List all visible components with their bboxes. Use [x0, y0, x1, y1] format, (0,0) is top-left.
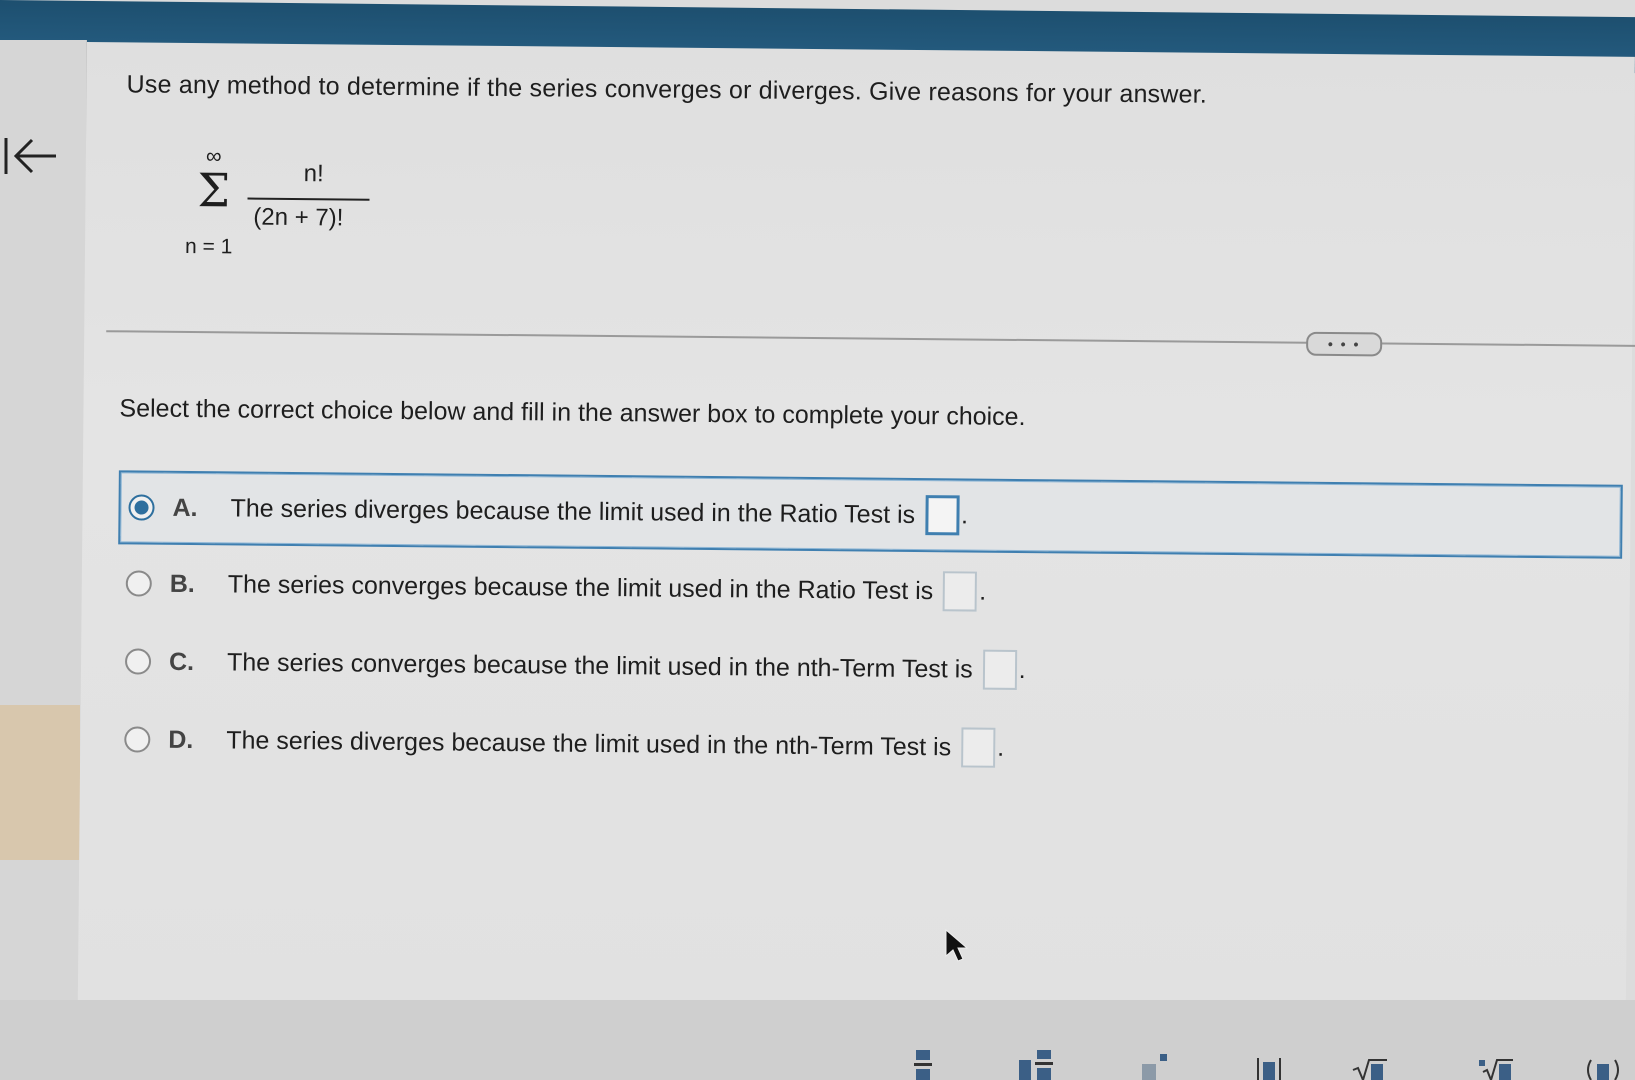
- first-page-arrow-icon: [4, 138, 56, 174]
- answer-box-d[interactable]: [960, 727, 996, 768]
- side-tab: [0, 705, 80, 860]
- choice-c[interactable]: C. The series converges because the limi…: [117, 626, 1618, 710]
- fraction-icon[interactable]: [908, 1046, 938, 1080]
- period: .: [1018, 655, 1026, 684]
- series-numerator: n!: [303, 160, 324, 188]
- back-to-start-button[interactable]: [2, 128, 62, 184]
- choice-letter: C.: [168, 647, 195, 676]
- instruction-text: Select the correct choice below and fill…: [119, 394, 1026, 432]
- parentheses-icon[interactable]: [1582, 1046, 1632, 1080]
- radio-selected-dot: [134, 500, 149, 515]
- period: .: [960, 500, 969, 529]
- choice-text: The series converges because the limit u…: [227, 569, 934, 605]
- choice-b[interactable]: B. The series converges because the limi…: [117, 548, 1618, 632]
- period: .: [997, 733, 1005, 762]
- cursor-arrow-icon: [945, 928, 969, 962]
- choice-letter: B.: [169, 569, 195, 598]
- fraction-bar: [247, 197, 370, 201]
- sigma-symbol: Σ: [197, 163, 231, 218]
- math-toolbar: [0, 1000, 1635, 1080]
- answer-box-a[interactable]: [924, 495, 960, 536]
- absolute-value-icon[interactable]: [1252, 1046, 1286, 1080]
- choice-letter: D.: [168, 725, 194, 754]
- radio-button-b[interactable]: [125, 570, 152, 597]
- choice-text: The series converges because the limit u…: [226, 647, 973, 684]
- answer-box-c[interactable]: [982, 649, 1017, 690]
- choice-letter: A.: [172, 493, 198, 522]
- series-denominator: (2n + 7)!: [253, 203, 344, 232]
- left-panel: [0, 40, 87, 1080]
- exponent-icon[interactable]: [1138, 1046, 1172, 1080]
- radio-button-c[interactable]: [124, 648, 152, 675]
- answer-box-b[interactable]: [943, 571, 978, 612]
- radio-button-d[interactable]: [124, 726, 151, 753]
- period: .: [979, 577, 987, 606]
- choice-d[interactable]: D. The series diverges because the limit…: [116, 704, 1617, 788]
- choice-text: The series diverges because the limit us…: [226, 725, 952, 761]
- choice-text: The series diverges because the limit us…: [230, 493, 916, 529]
- nth-root-icon[interactable]: [1476, 1046, 1516, 1080]
- question-prompt: Use any method to determine if the serie…: [126, 70, 1208, 109]
- square-root-icon[interactable]: [1350, 1046, 1390, 1080]
- choice-a[interactable]: A. The series diverges because the limit…: [118, 470, 1623, 559]
- mixed-number-icon[interactable]: [1016, 1046, 1058, 1080]
- question-panel: Use any method to determine if the serie…: [77, 42, 1635, 1017]
- section-divider: [106, 330, 1635, 347]
- more-options-button[interactable]: • • •: [1306, 331, 1383, 357]
- series-expression: ∞ Σ n = 1 n! (2n + 7)!: [185, 143, 386, 275]
- series-lower-limit: n = 1: [184, 234, 233, 259]
- radio-button-a[interactable]: [128, 494, 155, 521]
